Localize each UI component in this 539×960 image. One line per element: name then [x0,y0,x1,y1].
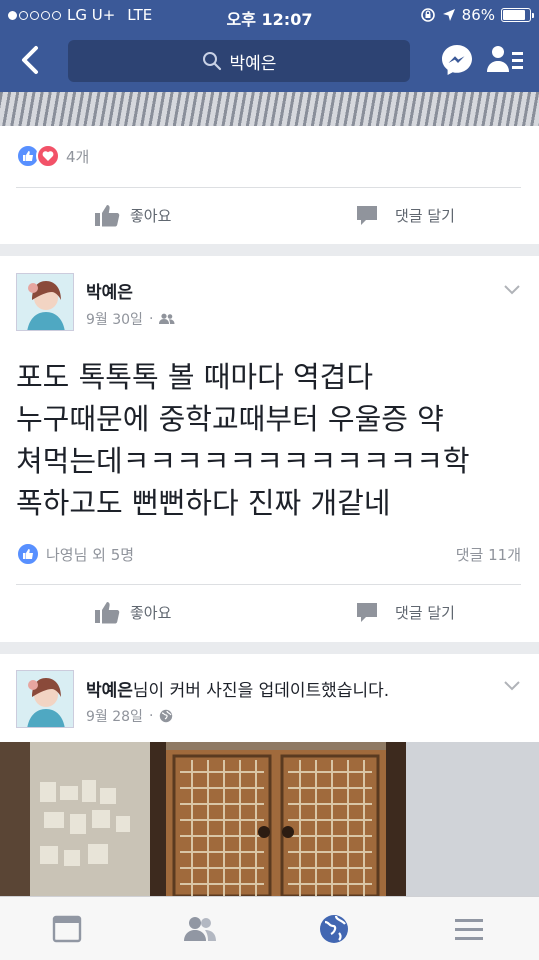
chevron-down-icon[interactable] [503,680,521,692]
comment-button[interactable]: 댓글 달기 [355,600,455,624]
comment-icon [357,603,377,622]
post-text-line: 쳐먹는데ㅋㅋㅋㅋㅋㅋㅋㅋㅋㅋㅋㅋ학 [16,444,470,478]
reactions-text: 나영님 외 5명 [46,545,135,564]
app-screen: LG U+ LTE 오후 12:07 86% 박예은 4개 좋아요 댓글 달기 … [0,0,539,960]
post-author[interactable]: 박예은 [86,278,133,303]
love-reaction-icon [36,144,60,168]
comment-icon [357,206,377,225]
search-text: 박예은 [229,53,277,74]
reaction-summary[interactable]: 나영님 외 5명 [16,542,134,566]
bottom-tab-bar [0,896,539,960]
friends-audience-icon [159,313,175,324]
cover-photo[interactable] [0,742,539,896]
like-reaction-icon [16,542,40,566]
cover-update-card: 박예은님이 커버 사진을 업데이트했습니다. 9월 28일 · [0,654,539,896]
thumbs-up-icon [95,205,120,227]
friends-icon[interactable] [183,913,217,945]
reaction-summary[interactable]: 4개 [16,144,89,168]
post-meta: 9월 30일 · [86,309,175,329]
avatar[interactable] [16,670,74,728]
post-text-line: 누구때문에 중학교때부터 우울증 약 [16,402,444,436]
comment-button[interactable]: 댓글 달기 [355,203,455,227]
post-meta: 9월 28일 · [86,706,173,726]
back-icon[interactable] [14,42,48,78]
comment-label: 댓글 달기 [395,206,455,225]
messenger-icon[interactable] [440,43,474,77]
globe-audience-icon [160,709,173,723]
comments-count[interactable]: 댓글 11개 [456,544,521,565]
reaction-count: 4개 [66,147,90,166]
post-date[interactable]: 9월 30일 [86,309,143,329]
post-text: 포도 톡톡톡 볼 때마다 역겹다 누구때문에 중학교때부터 우울증 약 쳐먹는데… [16,356,526,524]
search-icon [202,52,221,71]
menu-icon[interactable] [452,913,486,945]
globe-icon[interactable] [317,913,351,945]
divider [16,584,521,585]
thumbs-up-icon [95,602,120,624]
top-bar: LG U+ LTE 오후 12:07 86% 박예은 [0,0,539,92]
search-bar[interactable]: 박예은 [68,40,410,82]
rotation-lock-icon [420,8,435,22]
friends-list-icon[interactable] [486,44,524,76]
avatar[interactable] [16,273,74,331]
chevron-down-icon[interactable] [503,284,521,296]
post-date[interactable]: 9월 28일 [86,706,143,726]
battery-percent: 86% [461,6,495,24]
post-card: 박예은 9월 30일 · 포도 톡톡톡 볼 때마다 역겹다 누구때문에 중학교때… [0,256,539,642]
location-arrow-icon [442,9,455,21]
like-button[interactable]: 좋아요 [94,600,171,624]
battery-icon [501,8,534,22]
post-author[interactable]: 박예은 [86,681,133,701]
like-label: 좋아요 [130,603,172,622]
status-bar: LG U+ LTE 오후 12:07 86% [0,0,539,30]
post-text-line: 폭하고도 뻔뻔하다 진짜 개같네 [16,486,391,520]
like-button[interactable]: 좋아요 [94,203,171,227]
divider [16,187,521,188]
previous-post-photo[interactable] [0,92,539,126]
status-right: 86% [420,6,534,24]
post-text-line: 포도 톡톡톡 볼 때마다 역겹다 [16,360,374,394]
like-label: 좋아요 [130,206,172,225]
cover-action-text: 님이 커버 사진을 업데이트했습니다. [132,681,390,701]
news-feed-icon[interactable] [50,913,84,945]
previous-post-card: 4개 좋아요 댓글 달기 [0,126,539,244]
comment-label: 댓글 달기 [395,603,455,622]
cover-post-header: 박예은님이 커버 사진을 업데이트했습니다. [86,676,389,701]
